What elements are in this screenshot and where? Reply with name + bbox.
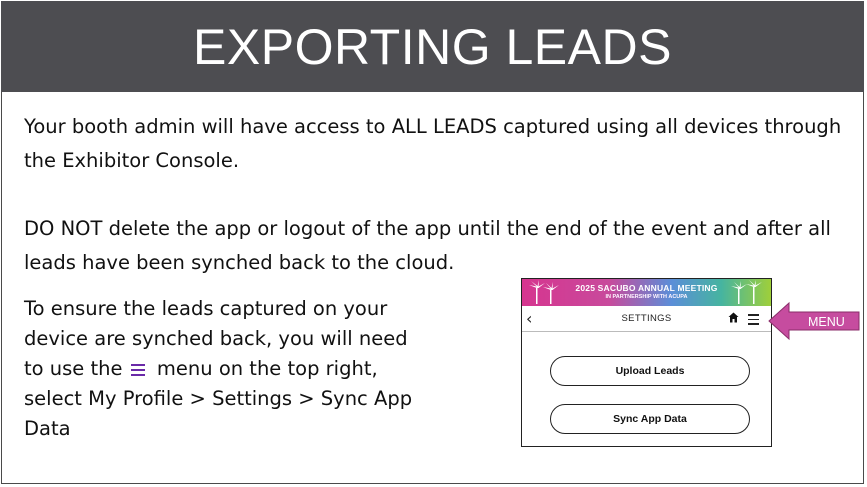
app-settings-screenshot: 2025 SACUBO ANNUAL MEETING IN PARTNERSHI… [521,278,772,447]
paragraph-booth-admin: Your booth admin will have access to ALL… [24,115,842,172]
home-icon[interactable] [728,312,739,323]
palm-tree-icon [731,280,762,304]
upload-leads-button[interactable]: Upload Leads [550,356,750,386]
hamburger-icon[interactable] [748,314,759,328]
title-bar: EXPORTING LEADS [1,1,864,92]
palm-tree-icon [529,280,559,304]
slide-title: EXPORTING LEADS [193,18,672,75]
menu-icon [130,363,145,376]
menu-callout-label: MENU [808,315,845,329]
event-banner: 2025 SACUBO ANNUAL MEETING IN PARTNERSHI… [522,279,771,306]
sync-app-data-button[interactable]: Sync App Data [550,404,750,434]
paragraph-sync-instructions: To ensure the leads captured on your dev… [24,294,424,444]
back-chevron-icon[interactable]: ‹ [526,309,532,328]
settings-title: SETTINGS [621,313,672,324]
settings-nav-bar: ‹ SETTINGS [522,306,771,332]
paragraph-do-not-delete: DO NOT delete the app or logout of the a… [24,217,831,274]
